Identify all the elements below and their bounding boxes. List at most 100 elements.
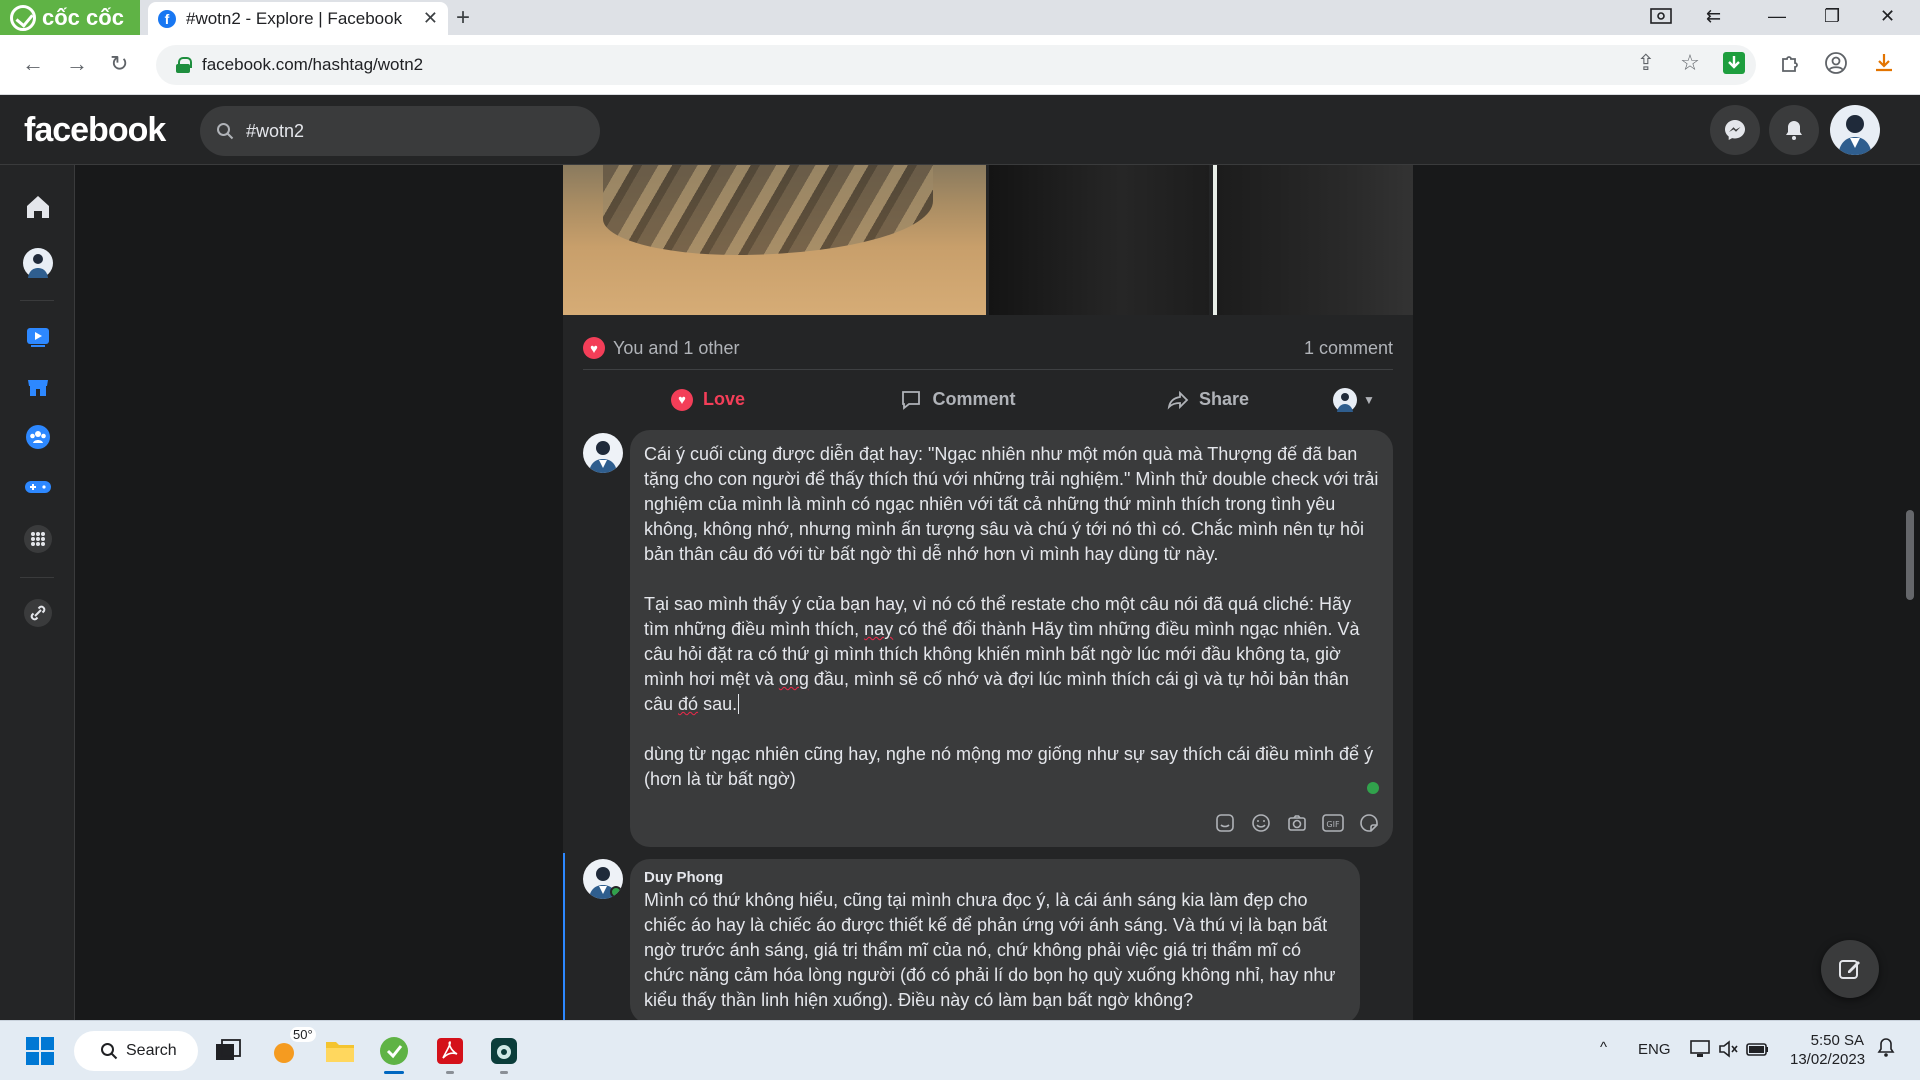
post-photo-3[interactable] (1213, 165, 1413, 315)
task-view-icon[interactable] (208, 1031, 248, 1071)
sticker-face-icon[interactable] (1357, 811, 1381, 835)
comment-tools: GIF (1213, 811, 1381, 835)
commenter-avatar[interactable] (583, 433, 623, 473)
tab-search-icon[interactable]: ⇇ (1706, 6, 1721, 27)
caret-down-icon: ▼ (1363, 392, 1375, 407)
comment-input[interactable]: Cái ý cuối cùng được diễn đạt hay: "Ngạc… (630, 430, 1393, 847)
post-photo-1[interactable] (563, 165, 986, 315)
grammar-status-dot (1367, 782, 1379, 794)
notifications-button[interactable] (1769, 105, 1819, 155)
compose-edit-icon (1839, 960, 1860, 979)
gaming-icon[interactable] (22, 471, 54, 503)
share-icon (1167, 390, 1189, 410)
comment-as-selector[interactable]: ▼ (1333, 387, 1393, 412)
coccoc-logo-icon (10, 4, 36, 31)
messenger-button[interactable] (1710, 105, 1760, 155)
page-scrollbar[interactable] (1906, 510, 1914, 600)
network-icon[interactable] (1690, 1039, 1712, 1059)
post-card: ♥ You and 1 other 1 comment ♥ Love Comme… (563, 165, 1413, 1020)
link-icon[interactable] (22, 597, 54, 629)
thread-line (563, 853, 565, 1020)
window-close-button[interactable]: ✕ (1880, 6, 1895, 27)
acrobat-icon[interactable] (430, 1031, 470, 1071)
browser-toolbar: ← → ↻ facebook.com/hashtag/wotn2 ⇪ ☆ (0, 35, 1920, 95)
love-button[interactable]: ♥ Love (583, 378, 833, 422)
text-cursor (738, 694, 740, 714)
extensions-puzzle-icon[interactable] (1776, 49, 1804, 77)
svg-text:GIF: GIF (1326, 820, 1340, 829)
love-icon: ♥ (670, 388, 693, 411)
camera-icon[interactable] (1285, 811, 1309, 835)
sticker-icon[interactable] (1213, 811, 1237, 835)
clock-date: 13/02/2023 (1790, 1051, 1866, 1068)
address-bar[interactable]: facebook.com/hashtag/wotn2 (156, 45, 1756, 85)
file-explorer-icon[interactable] (320, 1031, 360, 1071)
home-icon[interactable] (22, 191, 54, 223)
windows-start-icon[interactable] (20, 1031, 60, 1071)
clock[interactable]: 5:50 SA 13/02/2023 (1790, 1031, 1866, 1069)
volume-muted-icon[interactable] (1718, 1039, 1740, 1059)
small-avatar-icon (1333, 387, 1357, 412)
coccoc-taskbar-icon[interactable] (374, 1031, 414, 1071)
taskbar-search-button[interactable]: Search (74, 1031, 198, 1071)
browser-tab-active[interactable]: f #wotn2 - Explore | Facebook ✕ (148, 2, 448, 35)
minimize-button[interactable]: — (1768, 6, 1786, 27)
gif-icon[interactable]: GIF (1321, 811, 1345, 835)
new-tab-button[interactable]: + (456, 4, 470, 32)
reactions-count[interactable]: ♥ You and 1 other (583, 337, 739, 359)
bell-icon (1786, 121, 1802, 140)
tray-overflow-icon[interactable]: ^ (1600, 1039, 1607, 1056)
comment-paragraph-3: dùng từ ngạc nhiên cũng hay, nghe nó mộn… (644, 744, 1374, 789)
share-label: Share (1198, 389, 1250, 409)
taskbar-search-label: Search (126, 1042, 177, 1059)
share-page-icon[interactable]: ⇪ (1632, 49, 1660, 77)
notification-bell-icon[interactable] (1876, 1037, 1896, 1059)
reply-author-name[interactable]: Duy Phong (644, 869, 1346, 886)
love-label: Love (702, 389, 745, 409)
secure-lock-icon[interactable] (176, 57, 192, 73)
reply-text: Mình có thứ không hiểu, cũng tại mình ch… (644, 890, 1336, 1010)
weather-temp: 50° (290, 1027, 316, 1042)
reply-author-avatar[interactable] (583, 859, 623, 899)
downloads-icon[interactable] (1870, 49, 1898, 77)
app-icon-teal[interactable] (484, 1031, 524, 1071)
share-button[interactable]: Share (1083, 378, 1333, 422)
facebook-logo[interactable]: facebook (24, 111, 166, 150)
profile-avatar-icon[interactable] (22, 247, 54, 279)
groups-icon[interactable] (22, 421, 54, 453)
url-text: facebook.com/hashtag/wotn2 (202, 55, 424, 74)
comment-count[interactable]: 1 comment (1304, 338, 1393, 359)
post-photo-grid (563, 165, 1413, 315)
battery-icon[interactable] (1746, 1039, 1770, 1059)
tab-close-icon[interactable]: ✕ (423, 8, 438, 29)
restore-button[interactable]: ❐ (1824, 6, 1840, 27)
search-value: #wotn2 (246, 120, 305, 141)
savior-download-icon[interactable] (1720, 49, 1748, 77)
new-message-button[interactable] (1821, 940, 1879, 998)
comment-paragraph-2: Tại sao mình thấy ý của bạn hay, vì nó c… (644, 594, 1360, 714)
menu-grid-icon[interactable] (22, 523, 54, 555)
back-arrow-icon[interactable]: ← (22, 51, 44, 77)
coccoc-brand-button[interactable]: cốc cốc (0, 0, 140, 35)
watch-video-icon[interactable] (22, 321, 54, 353)
brand-label: cốc cốc (42, 4, 124, 30)
search-icon (101, 1043, 118, 1060)
windows-taskbar: Search 50° ^ ENG 5:50 SA 13/02/2023 (0, 1020, 1920, 1080)
comment-button[interactable]: Comment (833, 378, 1083, 422)
screenshot-icon[interactable] (1650, 6, 1672, 26)
post-photo-2[interactable] (989, 165, 1209, 315)
reload-icon[interactable]: ↻ (110, 51, 128, 77)
marketplace-icon[interactable] (22, 371, 54, 403)
emoji-icon[interactable] (1249, 811, 1273, 835)
search-input[interactable]: #wotn2 (200, 106, 600, 156)
account-avatar[interactable] (1830, 105, 1880, 155)
reactions-summary: ♥ You and 1 other 1 comment (583, 333, 1393, 363)
browser-profile-icon[interactable] (1822, 49, 1850, 77)
facebook-header: facebook #wotn2 (0, 95, 1920, 165)
language-indicator[interactable]: ENG (1638, 1041, 1671, 1058)
forward-arrow-icon[interactable]: → (66, 51, 88, 77)
facebook-favicon-icon: f (158, 9, 176, 28)
bookmark-star-icon[interactable]: ☆ (1676, 49, 1704, 77)
weather-widget[interactable]: 50° (266, 1027, 316, 1071)
reply-comment: Duy Phong Mình có thứ không hiểu, cũng t… (630, 859, 1360, 1020)
